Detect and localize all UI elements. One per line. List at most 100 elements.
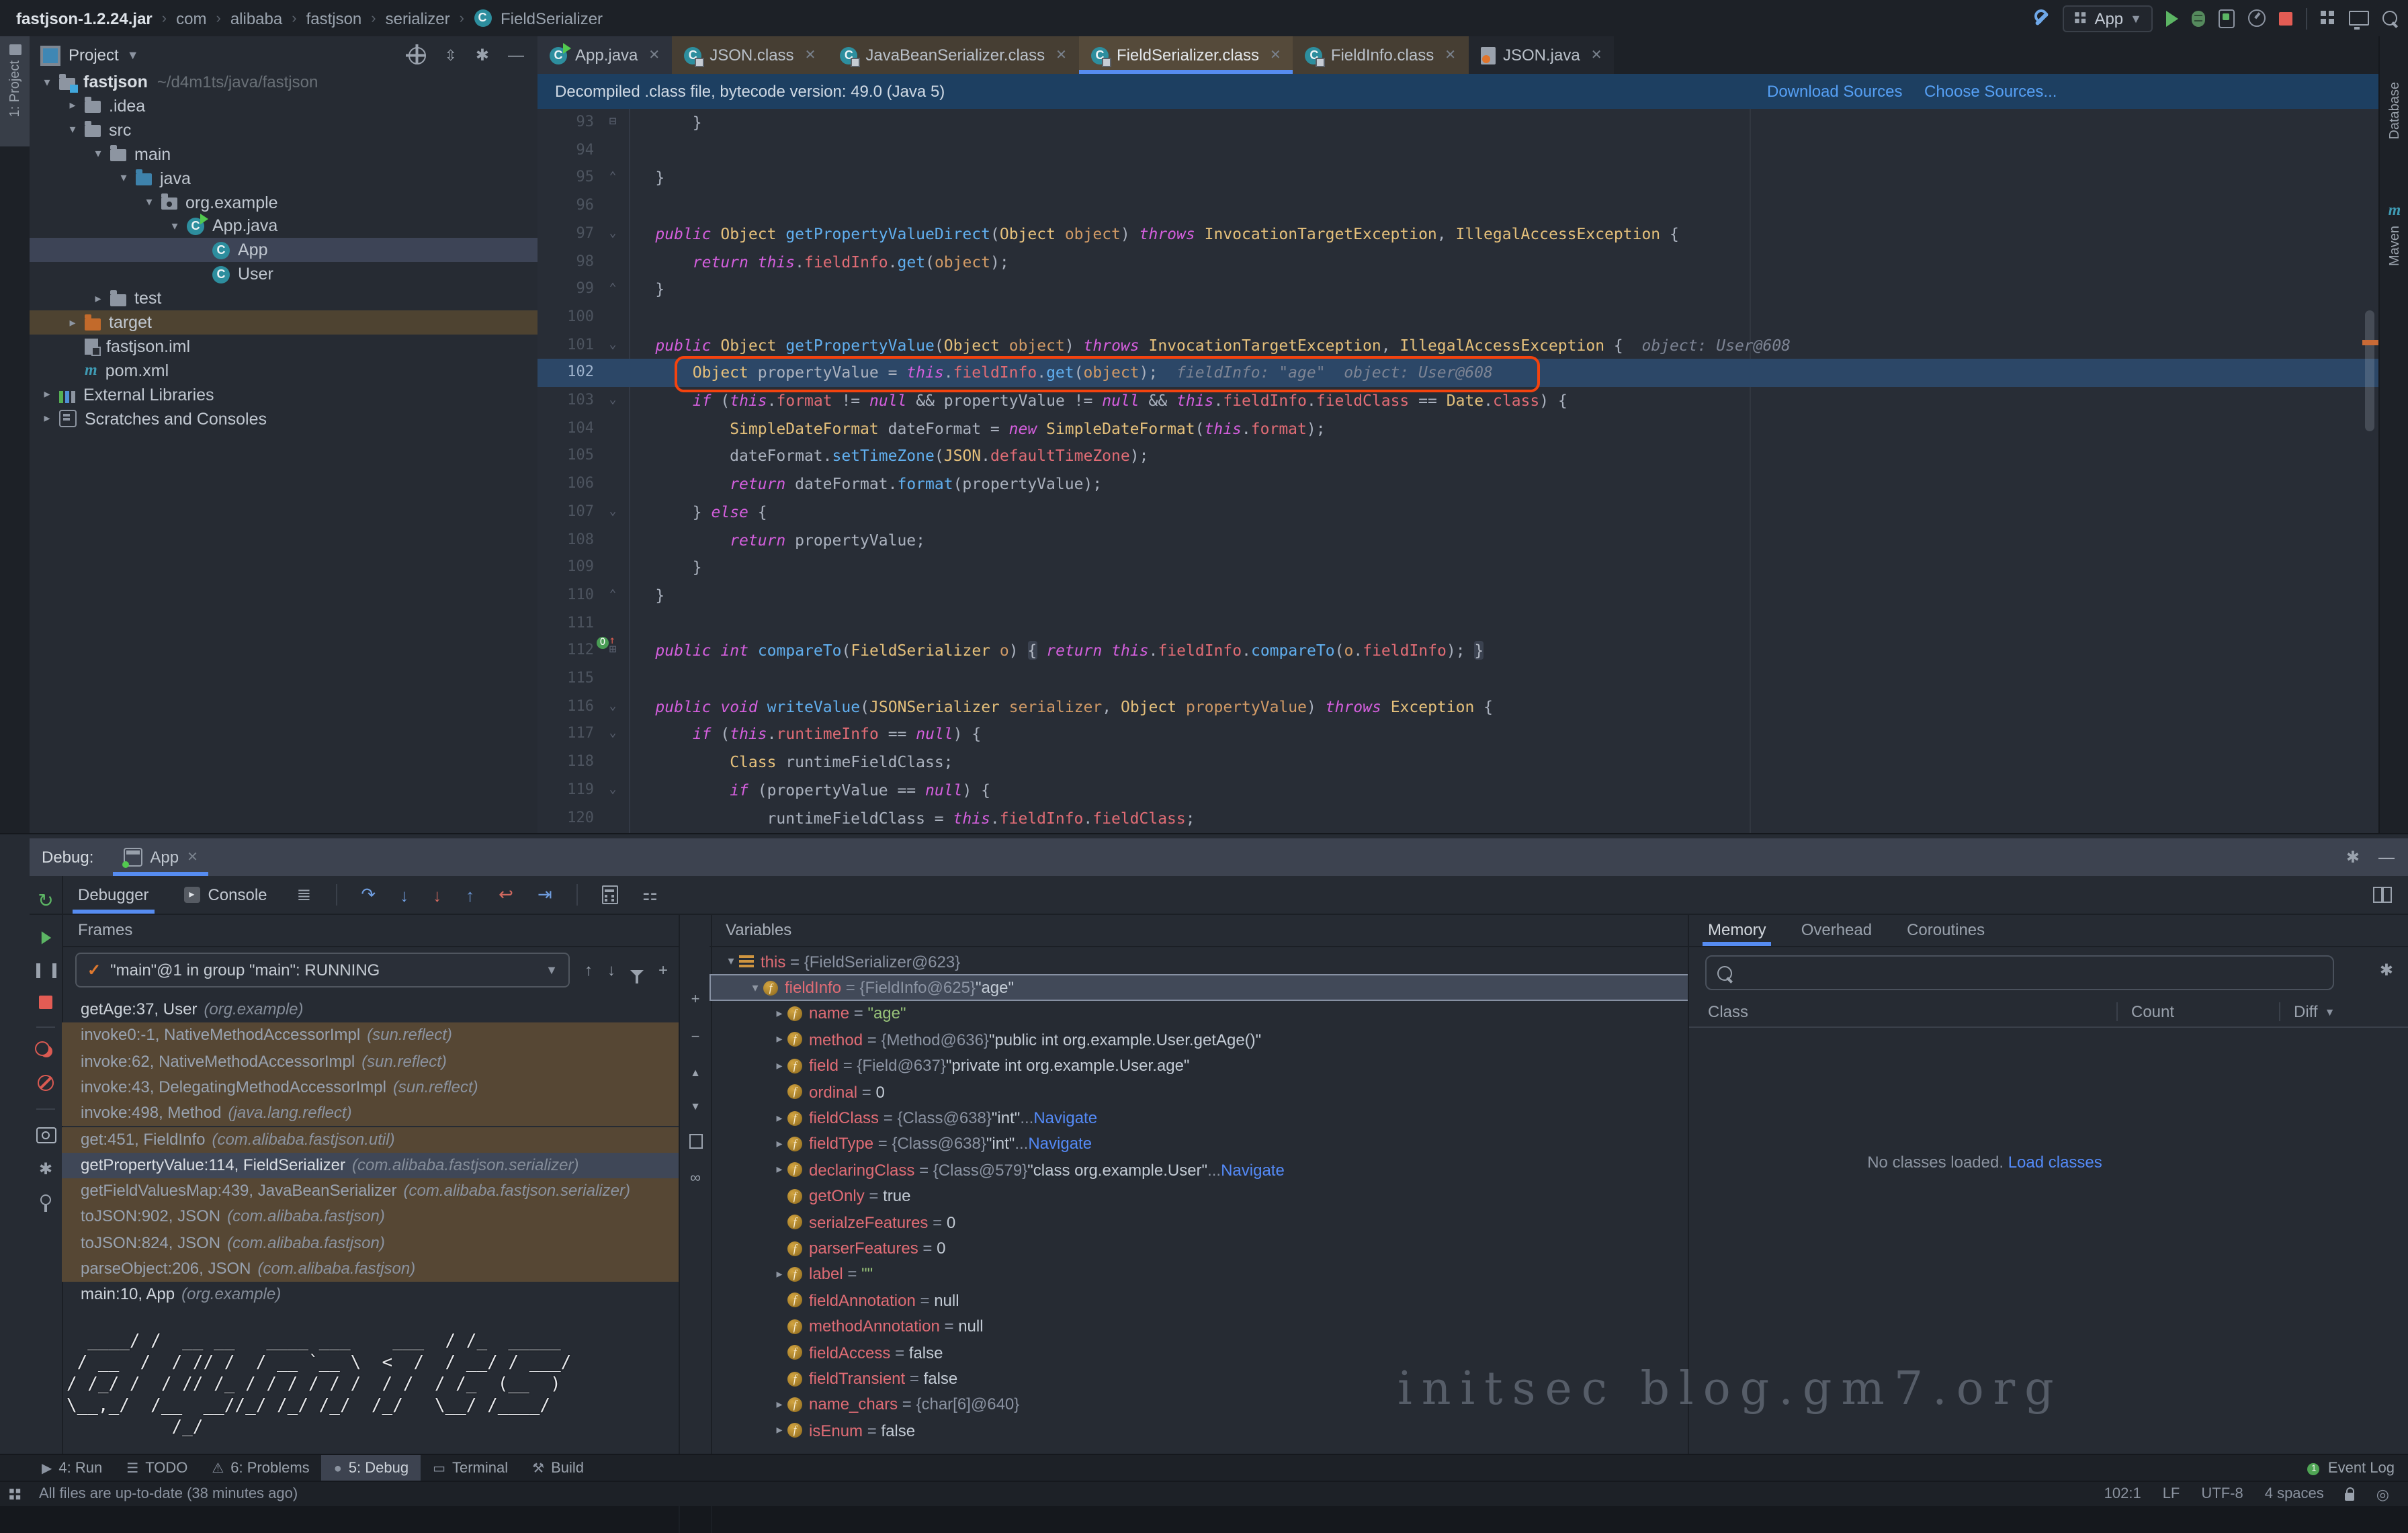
breadcrumb-item[interactable]: FieldSerializer (501, 9, 603, 28)
tree-item-app-java[interactable]: ▾CApp.java (30, 214, 538, 238)
frame-row[interactable]: getPropertyValue:114, FieldSerializer(co… (62, 1153, 679, 1179)
variable-row-fieldClass[interactable]: ▸ffieldClass = {Class@638} "int" ... Nav… (710, 1105, 1688, 1131)
tree-item-app[interactable]: CApp (30, 238, 538, 263)
frame-row[interactable]: invoke:498, Method(java.lang.reflect) (62, 1100, 679, 1127)
frame-row[interactable]: getFieldValuesMap:439, JavaBeanSerialize… (62, 1178, 679, 1204)
close-icon[interactable]: ✕ (805, 48, 816, 62)
variable-row-label[interactable]: ▸flabel = "" (710, 1262, 1688, 1288)
tree-item-src[interactable]: ▾src (30, 118, 538, 142)
locate-file-icon[interactable] (408, 46, 425, 64)
tool-window-switcher-icon[interactable] (9, 1488, 22, 1500)
tree-item-test[interactable]: ▸test (30, 286, 538, 310)
move-up-icon[interactable]: ▲ (690, 1067, 701, 1079)
status-indicator-4-spaces[interactable]: 4 spaces (2265, 1486, 2324, 1502)
frame-row[interactable]: get:451, FieldInfo(com.alibaba.fastjson.… (62, 1127, 679, 1153)
sidebar-item-project[interactable]: 1: Project (0, 36, 30, 146)
close-icon[interactable]: ✕ (1591, 48, 1602, 62)
code-editor[interactable]: 93⊟ }9495⌃ }9697⌄ public Object getPrope… (538, 109, 2378, 833)
indicator-icon[interactable]: ◎ (2376, 1485, 2389, 1503)
navigate-link[interactable]: Navigate (1221, 1161, 1285, 1180)
force-step-into-icon[interactable]: ↓ (433, 885, 441, 905)
coverage-button[interactable] (2219, 9, 2235, 28)
resume-icon[interactable] (41, 931, 50, 944)
chevron-down-icon[interactable]: ▾ (66, 123, 79, 138)
tab-app-java[interactable]: CApp.java✕ (538, 36, 672, 74)
variable-row-serialzeFeatures[interactable]: fserialzeFeatures = 0 (710, 1209, 1688, 1235)
copy-icon[interactable] (689, 1134, 702, 1149)
toolwindow-button-build[interactable]: ⚒Build (520, 1455, 596, 1482)
tab-json-class[interactable]: CJSON.class✕ (672, 36, 828, 74)
chevron-right-icon[interactable]: ▸ (771, 1059, 787, 1074)
stop-button[interactable] (2279, 11, 2292, 25)
evaluate-expression-icon[interactable] (602, 885, 618, 904)
frame-row[interactable]: parseObject:206, JSON(com.alibaba.fastjs… (62, 1256, 679, 1282)
chevron-right-icon[interactable]: ▸ (40, 411, 54, 426)
download-sources-link[interactable]: Download Sources (1767, 82, 1902, 101)
trace-settings-icon[interactable]: ⚏ (642, 884, 658, 906)
run-button[interactable] (2166, 10, 2178, 26)
tab-debugger[interactable]: Debugger (73, 876, 154, 914)
show-watches-icon[interactable]: ∞ (690, 1170, 701, 1186)
debug-settings-gear-icon[interactable]: ✱ (39, 1161, 52, 1177)
toolwindow-button-4-run[interactable]: ▶4: Run (30, 1455, 114, 1482)
chevron-right-icon[interactable]: ▸ (91, 291, 105, 306)
breadcrumb-item[interactable]: fastjson-1.2.24.jar (16, 9, 153, 28)
gear-icon[interactable]: ✱ (476, 47, 489, 63)
tree-item-org-example[interactable]: ▾org.example (30, 190, 538, 214)
frame-down-icon[interactable]: ↓ (607, 961, 615, 979)
close-icon[interactable]: ✕ (648, 48, 660, 62)
variable-row-field[interactable]: ▸ffield = {Field@637} "private int org.e… (710, 1053, 1688, 1079)
pause-icon[interactable] (36, 963, 56, 978)
frame-up-icon[interactable]: ↑ (585, 961, 593, 979)
add-icon[interactable]: + (658, 961, 668, 979)
presentation-icon[interactable] (2349, 11, 2369, 26)
chevron-down-icon[interactable]: ▾ (117, 171, 130, 185)
chevron-right-icon[interactable]: ▸ (771, 1033, 787, 1047)
chevron-right-icon[interactable]: ▸ (66, 99, 79, 114)
variable-row-parserFeatures[interactable]: fparserFeatures = 0 (710, 1235, 1688, 1262)
tab-coroutines[interactable]: Coroutines (1907, 914, 1985, 946)
collapse-all-icon[interactable]: ⇳ (444, 46, 456, 64)
debug-button[interactable] (2192, 10, 2205, 26)
event-log-button[interactable]: 1 Event Log (2308, 1460, 2395, 1477)
tab-json-java[interactable]: JSON.java✕ (1468, 36, 1615, 74)
close-icon[interactable]: ✕ (1445, 48, 1456, 62)
thread-dump-icon[interactable] (36, 1127, 56, 1143)
breadcrumb-item[interactable]: serializer (386, 9, 450, 28)
chevron-right-icon[interactable]: ▸ (771, 1006, 787, 1021)
stop-icon[interactable] (39, 996, 52, 1009)
profiler-button[interactable] (2248, 9, 2266, 27)
search-everywhere-icon[interactable] (2382, 11, 2397, 26)
tab-memory[interactable]: Memory (1708, 914, 1766, 946)
breadcrumb-item[interactable]: com (176, 9, 206, 28)
hide-frames-filter-icon[interactable] (630, 969, 644, 976)
variable-row-fieldType[interactable]: ▸ffieldType = {Class@638} "int" ... Navi… (710, 1131, 1688, 1157)
chevron-right-icon[interactable]: ▸ (771, 1163, 787, 1178)
frame-row[interactable]: invoke0:-1, NativeMethodAccessorImpl(sun… (62, 1023, 679, 1049)
chevron-down-icon[interactable]: ▾ (723, 954, 739, 969)
move-down-icon[interactable]: ▼ (690, 1100, 701, 1112)
tree-item-target[interactable]: ▸target (30, 310, 538, 335)
breadcrumb-item[interactable]: alibaba (230, 9, 282, 28)
toolwindow-button-todo[interactable]: ☰TODO (114, 1455, 200, 1482)
variable-row-this[interactable]: ▾this = {FieldSerializer@623} (710, 949, 1688, 975)
variable-row-method[interactable]: ▸fmethod = {Method@636} "public int org.… (710, 1026, 1688, 1053)
chevron-down-icon[interactable]: ▾ (91, 146, 105, 161)
tree-item-java[interactable]: ▾java (30, 166, 538, 190)
pin-tab-icon[interactable] (40, 1194, 51, 1205)
run-config-select[interactable]: App ▼ (2062, 5, 2153, 32)
chevron-right-icon[interactable]: ▸ (66, 315, 79, 330)
variable-row-name_chars[interactable]: ▸fname_chars = {char[6]@640} (710, 1392, 1688, 1418)
tab-javabeanserializer-class[interactable]: CJavaBeanSerializer.class✕ (828, 36, 1079, 74)
step-out-icon[interactable]: ↑ (466, 885, 474, 905)
add-watch-icon[interactable]: + (691, 992, 700, 1008)
variable-row-ordinal[interactable]: fordinal = 0 (710, 1079, 1688, 1105)
chevron-right-icon[interactable]: ▸ (771, 1267, 787, 1282)
status-indicator-102-1[interactable]: 102:1 (2104, 1486, 2141, 1502)
frame-row[interactable]: toJSON:902, JSON(com.alibaba.fastjson) (62, 1204, 679, 1231)
variable-row-declaringClass[interactable]: ▸fdeclaringClass = {Class@579} "class or… (710, 1157, 1688, 1183)
tree-item-scratches-and-consoles[interactable]: ▸Scratches and Consoles (30, 406, 538, 431)
toolwindow-button-5-debug[interactable]: ●5: Debug (322, 1455, 421, 1482)
load-classes-link[interactable]: Load classes (2008, 1153, 2102, 1172)
tool-windows-icon[interactable] (2321, 11, 2335, 26)
